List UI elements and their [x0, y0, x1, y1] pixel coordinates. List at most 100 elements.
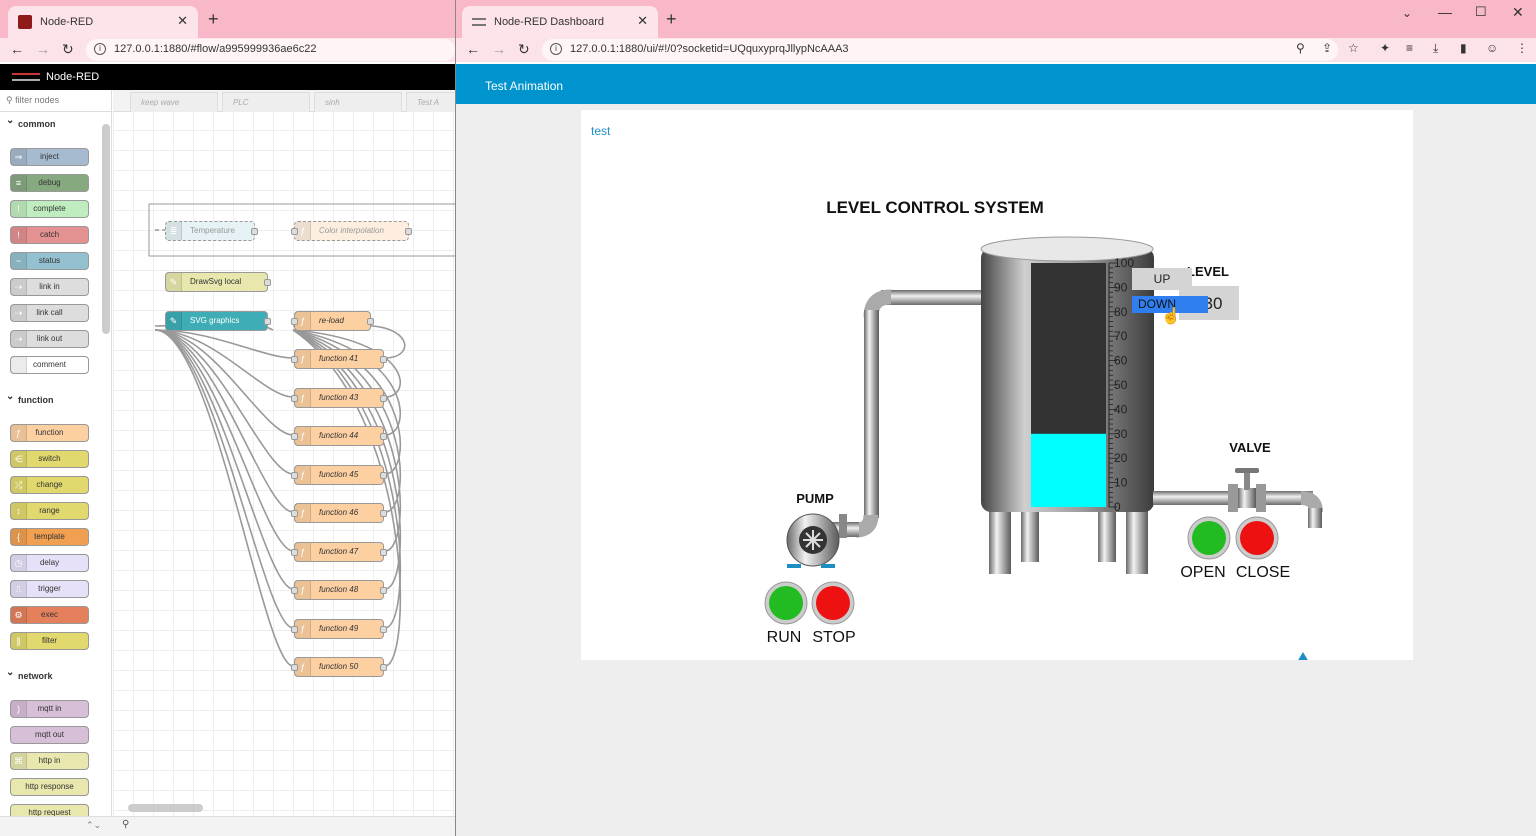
forward-icon[interactable]: →: [36, 41, 50, 57]
dashboard-header: Test Animation: [456, 64, 1536, 106]
scale-tick-label: 80: [1114, 305, 1128, 319]
palette-http-response[interactable]: http response: [10, 778, 89, 796]
back-icon[interactable]: ←: [466, 41, 480, 57]
palette-template[interactable]: {template: [10, 528, 89, 546]
node-function-50[interactable]: ƒ function 50: [291, 657, 387, 677]
right-tab-bar: Node-RED Dashboard ✕ + ⌄ — ☐ ✕: [456, 0, 1536, 38]
open-label: OPEN: [1180, 564, 1225, 581]
scroll-arrows-icon[interactable]: ⌃⌄: [86, 820, 101, 831]
palette-mqtt-out[interactable]: mqtt out: [10, 726, 89, 744]
tab-title: Node-RED Dashboard: [494, 16, 605, 28]
node-color-interpolation[interactable]: ƒ Color interpolation: [291, 221, 412, 241]
pump-label: PUMP: [796, 491, 834, 506]
left-nav-bar: ← → ↻ i 127.0.0.1:1880/#flow/a995999936a…: [0, 38, 455, 62]
category-network[interactable]: network: [0, 662, 111, 687]
clock-icon: ◷: [11, 555, 27, 571]
palette-comment[interactable]: comment: [10, 356, 89, 374]
globe-icon: ⌘: [11, 753, 27, 769]
node-function-46[interactable]: ƒ function 46: [291, 503, 387, 523]
tab-node-red[interactable]: Node-RED ✕: [8, 6, 198, 38]
share-icon[interactable]: ⇪: [1322, 41, 1332, 55]
pulse-icon: ~: [11, 253, 27, 269]
search-icon[interactable]: ⚲: [122, 819, 129, 830]
node-temperature[interactable]: ≣ Temperature: [165, 221, 258, 241]
extensions-icon[interactable]: ✦: [1380, 41, 1390, 55]
palette-filter[interactable]: ∥ filter: [10, 632, 89, 650]
brace-icon: {: [11, 529, 27, 545]
palette-status[interactable]: ~ status: [10, 252, 89, 270]
site-info-icon[interactable]: i: [550, 43, 562, 55]
palette-catch[interactable]: ! catch: [10, 226, 89, 244]
node-function-44[interactable]: ƒ function 44: [291, 426, 387, 446]
bookmark-star-icon[interactable]: ☆: [1348, 41, 1359, 55]
sidepanel-icon[interactable]: ▮: [1460, 41, 1467, 55]
palette-mqtt-in[interactable]: ) mqtt in: [10, 700, 89, 718]
mouse-cursor-icon: ☝: [1161, 308, 1181, 325]
node-function-47[interactable]: ƒ function 47: [291, 542, 387, 562]
node-function-41[interactable]: ƒ function 41: [291, 349, 387, 369]
address-bar[interactable]: i 127.0.0.1:1880/#flow/a995999936ae6c22: [86, 39, 455, 61]
close-window-icon[interactable]: ✕: [1512, 4, 1524, 21]
close-tab-icon[interactable]: ✕: [637, 13, 648, 29]
node-reload[interactable]: ƒ re-load: [291, 311, 374, 331]
new-tab-icon[interactable]: +: [666, 9, 677, 30]
stop-button[interactable]: [816, 586, 850, 620]
run-button[interactable]: [769, 586, 803, 620]
pointer-marker-icon: [1298, 652, 1308, 660]
node-function-49[interactable]: ƒ function 49: [291, 619, 387, 639]
palette-delay[interactable]: ◷ delay: [10, 554, 89, 572]
up-button[interactable]: UP: [1132, 268, 1192, 290]
back-icon[interactable]: ←: [10, 41, 24, 57]
reload-icon[interactable]: ↻: [62, 41, 74, 58]
pencil-icon: ✎: [166, 273, 182, 291]
address-bar[interactable]: i 127.0.0.1:1880/ui/#!/0?socketid=UQquxy…: [542, 39, 1338, 61]
workspace-hscrollbar[interactable]: [128, 804, 203, 812]
node-red-logo-icon: [12, 73, 40, 81]
node-svg-graphics[interactable]: ✎ SVG graphics: [165, 311, 271, 331]
reload-icon[interactable]: ↻: [518, 41, 530, 58]
palette-function[interactable]: ƒ function: [10, 424, 89, 442]
node-drawsvg-local[interactable]: ✎ DrawSvg local: [165, 272, 271, 292]
node-function-43[interactable]: ƒ function 43: [291, 388, 387, 408]
tab-search-icon[interactable]: ⌄: [1402, 6, 1412, 20]
filter-nodes-input[interactable]: ⚲ filter nodes: [0, 90, 111, 112]
open-button[interactable]: [1192, 521, 1226, 555]
category-common[interactable]: common: [0, 110, 111, 135]
palette-inject[interactable]: ⇒ inject: [10, 148, 89, 166]
new-tab-icon[interactable]: +: [208, 9, 219, 30]
minimize-icon[interactable]: —: [1438, 4, 1452, 20]
menu-dots-icon[interactable]: ⋮: [1516, 41, 1528, 55]
palette-complete[interactable]: ! complete: [10, 200, 89, 218]
palette-range[interactable]: ↕ range: [10, 502, 89, 520]
close-button[interactable]: [1240, 521, 1274, 555]
node-red-favicon-icon: [18, 15, 32, 29]
palette-exec[interactable]: ⚙ exec: [10, 606, 89, 624]
palette-trigger[interactable]: ⎍ trigger: [10, 580, 89, 598]
scale-tick-label: 70: [1114, 329, 1128, 343]
palette-http-in[interactable]: ⌘ http in: [10, 752, 89, 770]
profile-icon[interactable]: ☺: [1486, 41, 1498, 55]
palette-switch[interactable]: ⋲ switch: [10, 450, 89, 468]
site-info-icon[interactable]: i: [94, 43, 106, 55]
palette-link-in[interactable]: ⇢ link in: [10, 278, 89, 296]
tab-node-red-dashboard[interactable]: Node-RED Dashboard ✕: [462, 6, 658, 38]
valve: [1228, 468, 1266, 512]
list-icon: ≡: [11, 175, 27, 191]
close-tab-icon[interactable]: ✕: [177, 13, 188, 29]
maximize-icon[interactable]: ☐: [1475, 4, 1487, 20]
node-function-48[interactable]: ƒ function 48: [291, 580, 387, 600]
forward-icon[interactable]: →: [492, 41, 506, 57]
node-red-window: Node-RED ✕ + ← → ↻ i 127.0.0.1:1880/#flo…: [0, 0, 455, 836]
palette-link-call[interactable]: ⇢ link call: [10, 304, 89, 322]
media-icon[interactable]: ≡: [1406, 41, 1413, 55]
zoom-icon[interactable]: ⚲: [1296, 41, 1305, 55]
flow-workspace[interactable]: keep wave PLC sinh Test A ≣ Temperature …: [113, 90, 455, 836]
palette-change[interactable]: ⤮ change: [10, 476, 89, 494]
node-function-45[interactable]: ƒ function 45: [291, 465, 387, 485]
palette-debug[interactable]: ≡ debug: [10, 174, 89, 192]
palette-scrollbar[interactable]: [102, 124, 110, 334]
category-function[interactable]: function: [0, 386, 111, 411]
palette-link-out[interactable]: ⇢ link out: [10, 330, 89, 348]
dashboard-body: test LEVEL CONTROL SYSTEM PUMP 100 90 80…: [456, 104, 1536, 836]
download-icon[interactable]: ⤓: [1433, 41, 1438, 56]
